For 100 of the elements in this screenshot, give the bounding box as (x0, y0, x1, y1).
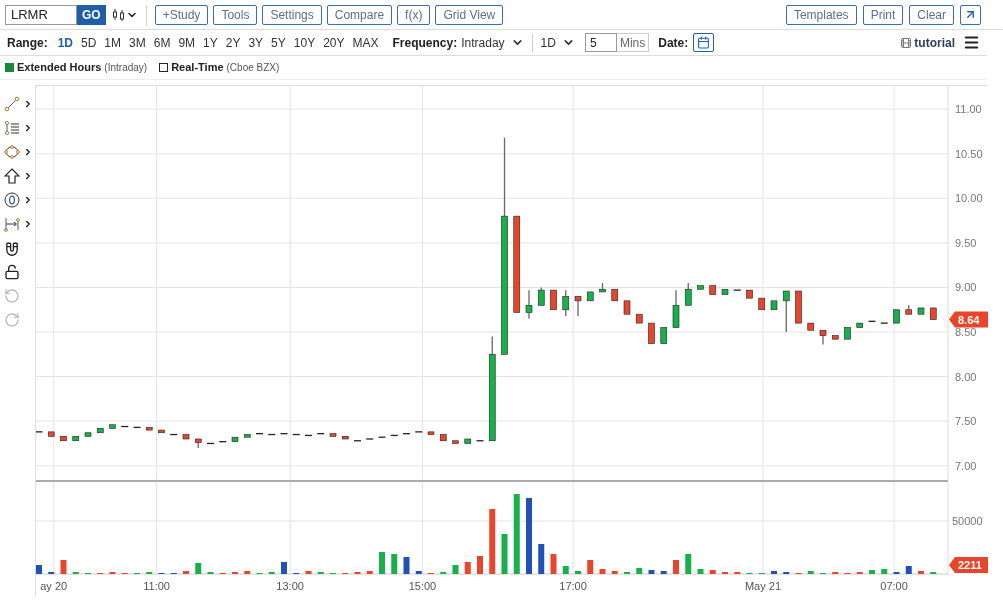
candlestick (844, 327, 851, 340)
line-tool-icon[interactable] (4, 96, 20, 112)
calendar-icon (697, 36, 711, 49)
toolbar-button[interactable]: Templates (785, 4, 857, 25)
range-option[interactable]: 1M (100, 33, 126, 52)
range-option[interactable]: 1D (53, 33, 77, 52)
range-option[interactable]: MAX (348, 33, 383, 52)
range-label: Range: (7, 34, 48, 52)
candlestick (562, 289, 570, 317)
candlestick-icon (111, 7, 126, 22)
candlestick (905, 304, 913, 315)
candlestick (929, 307, 937, 320)
price-tick-label: 9.00 (955, 281, 977, 294)
ticker-field[interactable]: LRMR (5, 4, 77, 25)
candlestick (550, 289, 557, 311)
date-picker-button[interactable] (693, 33, 715, 52)
time-axis-label: ay 20 (40, 580, 68, 592)
toolbar-button[interactable]: Tools (213, 4, 258, 25)
price-tick-label: 10.50 (955, 147, 983, 160)
price-tick-label: 8.50 (955, 326, 977, 339)
candlestick (819, 329, 827, 346)
submenu-chevron-icon[interactable] (23, 99, 33, 109)
frequency-label: Frequency: (392, 34, 458, 52)
submenu-chevron-icon[interactable] (23, 147, 33, 157)
legend-label: Extended Hours (17, 60, 102, 76)
interval-field[interactable]: 5 (584, 33, 617, 52)
time-axis-label: 13:00 (276, 580, 304, 592)
price-tick-label: 7.00 (955, 459, 977, 472)
candlestick (599, 282, 606, 293)
candlestick (660, 327, 668, 344)
toolbar-button[interactable]: f(x) (397, 4, 431, 25)
volume-tick-label: 50000 (952, 515, 983, 527)
candlestick (537, 286, 545, 306)
period-dropdown[interactable]: 1D (540, 33, 575, 52)
tutorial-link[interactable]: tutorial (914, 33, 955, 52)
circled-oval-icon[interactable] (4, 192, 20, 208)
candlestick (684, 282, 692, 306)
range-option[interactable]: 1Y (199, 33, 222, 52)
legend-checkbox[interactable] (159, 63, 169, 72)
candlestick (807, 322, 815, 331)
arrow-up-icon[interactable] (4, 168, 20, 184)
range-option[interactable]: 10Y (289, 33, 320, 52)
range-option[interactable]: 3M (125, 33, 150, 52)
menu-icon[interactable] (963, 34, 980, 51)
time-axis-label: 17:00 (559, 580, 587, 592)
toolbar-button[interactable]: Compare (326, 4, 393, 25)
candlestick (758, 297, 766, 311)
range-option[interactable]: 20Y (319, 33, 349, 52)
submenu-chevron-icon[interactable] (23, 195, 33, 205)
chart-type-dropdown[interactable] (111, 7, 138, 22)
range-option[interactable]: 2Y (221, 33, 245, 52)
date-label: Date: (658, 34, 689, 52)
price-tick-label: 7.50 (955, 415, 977, 428)
range-option[interactable]: 3Y (244, 33, 268, 52)
submenu-chevron-icon[interactable] (23, 123, 33, 133)
expand-button[interactable] (960, 4, 981, 25)
submenu-chevron-icon[interactable] (23, 171, 33, 181)
candlestick (795, 290, 802, 324)
last-volume-badge: 2211 (949, 557, 988, 573)
legend-note: (Intraday) (104, 61, 148, 75)
candlestick (893, 309, 900, 324)
price-tick-label: 10.00 (955, 192, 983, 205)
toolbar-button[interactable]: Clear (909, 4, 954, 25)
go-button[interactable]: GO (77, 4, 106, 25)
candlestick (635, 313, 643, 324)
toolbar-button[interactable]: +Study (154, 4, 209, 25)
legend-label: Real-Time (171, 60, 224, 76)
candlestick (586, 291, 594, 302)
toolbar-button[interactable]: Print (862, 4, 904, 25)
measure-tool-icon[interactable] (4, 216, 20, 232)
candlestick (648, 322, 655, 344)
range-option[interactable]: 5Y (267, 33, 290, 52)
lock-icon[interactable] (4, 264, 20, 280)
legend-note: (Cboe BZX) (226, 61, 280, 75)
submenu-chevron-icon[interactable] (23, 219, 33, 229)
price-tick-label: 11.00 (955, 103, 982, 116)
candlestick (623, 300, 631, 315)
expand-icon (964, 8, 977, 21)
film-icon (900, 36, 913, 49)
ellipse-tool-icon[interactable] (4, 144, 20, 160)
candlestick (672, 289, 680, 328)
range-option[interactable]: 6M (149, 33, 175, 52)
toolbar-button[interactable]: Grid View (435, 4, 504, 25)
price-tick-label: 8.00 (955, 370, 977, 383)
candlestick (525, 289, 533, 320)
time-axis-label: 11:00 (143, 580, 170, 592)
candlestick (194, 438, 202, 449)
candlestick (917, 307, 925, 315)
time-axis-label: May 21 (744, 580, 781, 592)
candlestick (782, 290, 790, 333)
range-option[interactable]: 9M (174, 33, 200, 52)
candlestick (831, 335, 839, 340)
frequency-dropdown[interactable]: Intraday (461, 33, 524, 52)
time-axis-label: 07:00 (880, 580, 908, 592)
range-option[interactable]: 5D (77, 33, 101, 52)
legend-checkbox[interactable] (5, 63, 14, 72)
last-price-badge: 8.64 (949, 311, 988, 328)
time-axis-label: 15:00 (408, 580, 437, 592)
toolbar-button[interactable]: Settings (262, 4, 322, 25)
candlestick (770, 300, 778, 311)
